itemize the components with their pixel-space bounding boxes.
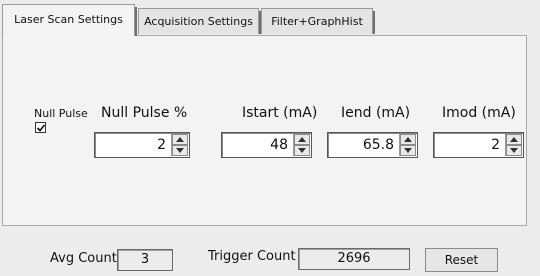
arrow-down-icon: [176, 148, 184, 153]
tab-filter-graphhist[interactable]: Filter+GraphHist: [261, 8, 375, 34]
reset-button[interactable]: Reset: [425, 248, 498, 272]
avg-count-label: Avg Count: [50, 251, 117, 266]
null-pulse-percent-control[interactable]: 2: [94, 132, 190, 158]
avg-count-indicator: 3: [117, 249, 173, 271]
arrow-up-icon: [510, 137, 518, 142]
arrow-up-icon: [404, 137, 412, 142]
null-pulse-checkbox-label: Null Pulse: [34, 107, 88, 120]
arrow-down-icon: [404, 148, 412, 153]
istart-label: Istart (mA): [242, 105, 318, 121]
arrow-down-icon: [510, 148, 518, 153]
iend-value[interactable]: 65.8: [328, 133, 397, 157]
arrow-down-icon: [298, 148, 306, 153]
arrow-up-icon: [298, 137, 306, 142]
trigger-count-indicator: 2696: [298, 248, 410, 270]
decrement-button[interactable]: [172, 145, 188, 156]
imod-control[interactable]: 2: [433, 132, 524, 158]
null-pulse-percent-spinner[interactable]: [171, 134, 188, 156]
decrement-button[interactable]: [294, 145, 310, 156]
checkmark-icon: [36, 124, 46, 132]
tab-laser-scan-settings[interactable]: Laser Scan Settings: [2, 4, 137, 36]
tab-strip: Laser Scan Settings Acquisition Settings…: [0, 0, 540, 36]
arrow-up-icon: [176, 137, 184, 142]
laser-scan-settings-panel: [2, 35, 527, 226]
null-pulse-percent-value[interactable]: 2: [95, 133, 169, 157]
decrement-button[interactable]: [506, 145, 522, 156]
increment-button[interactable]: [294, 134, 310, 145]
iend-label: Iend (mA): [341, 105, 411, 121]
null-pulse-checkbox[interactable]: [35, 122, 46, 133]
increment-button[interactable]: [506, 134, 522, 145]
imod-label: Imod (mA): [442, 105, 516, 121]
trigger-count-label: Trigger Count: [208, 249, 296, 264]
increment-button[interactable]: [400, 134, 416, 145]
decrement-button[interactable]: [400, 145, 416, 156]
increment-button[interactable]: [172, 134, 188, 145]
istart-value[interactable]: 48: [222, 133, 291, 157]
imod-value[interactable]: 2: [434, 133, 503, 157]
tab-acquisition-settings[interactable]: Acquisition Settings: [138, 8, 261, 34]
istart-control[interactable]: 48: [221, 132, 312, 158]
imod-spinner[interactable]: [505, 134, 522, 156]
null-pulse-percent-label: Null Pulse %: [101, 105, 188, 121]
iend-spinner[interactable]: [399, 134, 416, 156]
istart-spinner[interactable]: [293, 134, 310, 156]
iend-control[interactable]: 65.8: [327, 132, 418, 158]
laser-scan-window: Laser Scan Settings Acquisition Settings…: [0, 0, 540, 276]
